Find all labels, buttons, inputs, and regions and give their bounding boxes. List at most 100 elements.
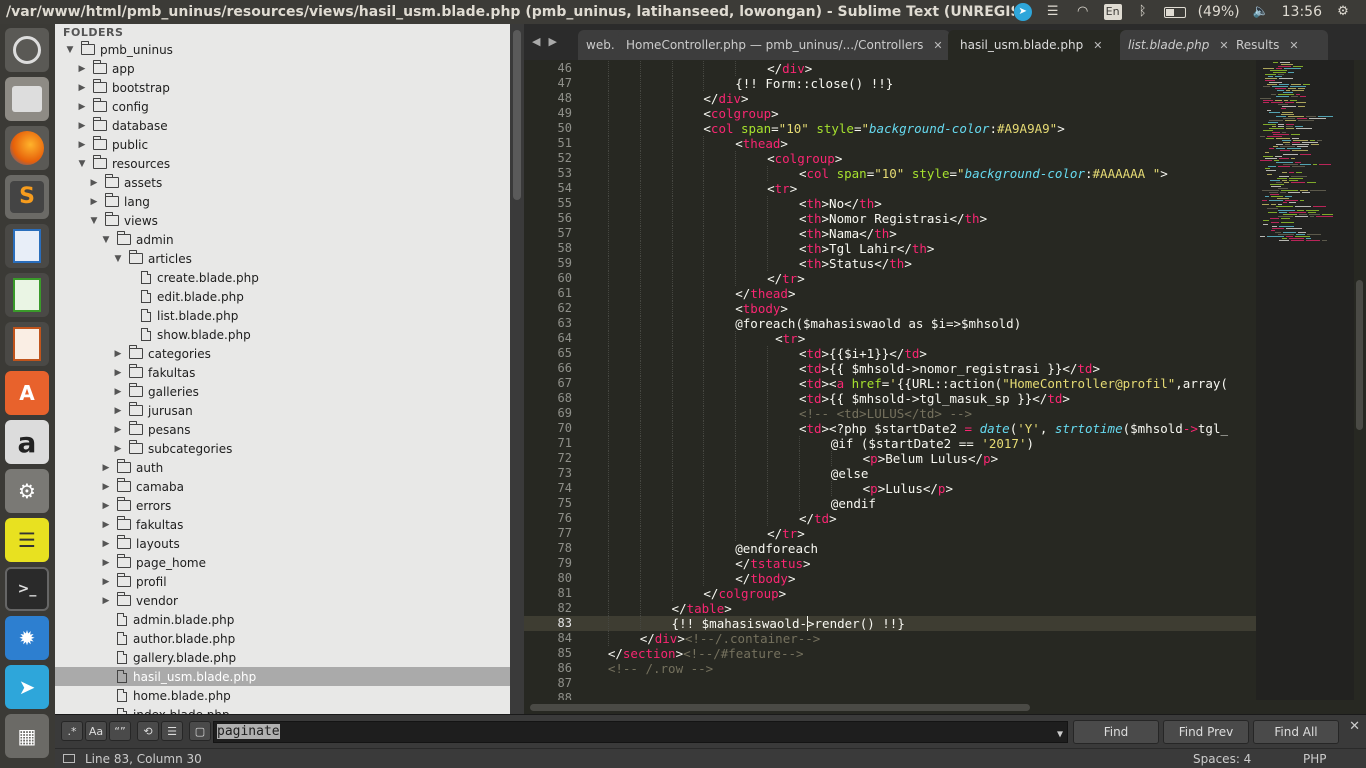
- folder-item[interactable]: ▶ app: [55, 59, 510, 78]
- disclosure-closed-icon[interactable]: ▶: [89, 197, 99, 207]
- disclosure-closed-icon[interactable]: ▶: [101, 539, 111, 549]
- code-line[interactable]: <th>Nama</th>: [799, 226, 897, 241]
- folder-item[interactable]: ▶ categories: [55, 344, 510, 363]
- folder-item[interactable]: ▶ bootstrap: [55, 78, 510, 97]
- disclosure-closed-icon[interactable]: ▶: [113, 387, 123, 397]
- code-line[interactable]: {!! $mahasiswaold->render() !!}: [672, 616, 905, 631]
- file-item[interactable]: author.blade.php: [55, 629, 510, 648]
- wrap-icon[interactable]: ⟲: [137, 721, 159, 741]
- code-line[interactable]: @endforeach: [735, 541, 818, 556]
- wifi-icon[interactable]: ◠: [1074, 4, 1092, 20]
- disclosure-closed-icon[interactable]: ▶: [77, 83, 87, 93]
- disclosure-open-icon[interactable]: ▼: [101, 235, 111, 245]
- code-line[interactable]: </div><!--/.container-->: [640, 631, 821, 646]
- gear-icon[interactable]: ⚙: [1334, 4, 1352, 20]
- battery-icon[interactable]: [1163, 6, 1186, 18]
- folder-item[interactable]: ▼ resources: [55, 154, 510, 173]
- whole-word-toggle[interactable]: “”: [109, 721, 131, 741]
- disclosure-closed-icon[interactable]: ▶: [101, 520, 111, 530]
- sidebar-scroll-thumb[interactable]: [513, 30, 521, 200]
- workspace-switcher-icon[interactable]: ▦: [5, 714, 49, 758]
- code-line[interactable]: <td>{{ $mhsold->nomor_registrasi }}</td>: [799, 361, 1100, 376]
- folder-item[interactable]: ▶ fakultas: [55, 515, 510, 534]
- editor-hscroll-thumb[interactable]: [530, 704, 1030, 711]
- disclosure-closed-icon[interactable]: ▶: [89, 178, 99, 188]
- find-all-button[interactable]: Find All: [1253, 720, 1339, 744]
- code-line[interactable]: @if ($startDate2 == '2017'): [831, 436, 1034, 451]
- find-button[interactable]: Find: [1073, 720, 1159, 744]
- file-item[interactable]: gallery.blade.php: [55, 648, 510, 667]
- keyboard-layout-indicator[interactable]: En: [1103, 4, 1122, 20]
- file-item[interactable]: show.blade.php: [55, 325, 510, 344]
- code-line[interactable]: </thead>: [735, 286, 795, 301]
- disclosure-closed-icon[interactable]: ▶: [113, 425, 123, 435]
- writer-icon[interactable]: [5, 224, 49, 268]
- terminal-icon[interactable]: >_: [5, 567, 49, 611]
- calc-icon[interactable]: [5, 273, 49, 317]
- code-line[interactable]: </td>: [799, 511, 837, 526]
- tab-close-icon[interactable]: ✕: [933, 39, 942, 52]
- code-line[interactable]: @else: [831, 466, 869, 481]
- code-line[interactable]: <td>{{ $mhsold->tgl_masuk_sp }}</td>: [799, 391, 1070, 406]
- code-line[interactable]: <col span="10" style="background-color:#…: [703, 121, 1064, 136]
- tab-close-icon[interactable]: ✕: [1289, 39, 1298, 52]
- disclosure-closed-icon[interactable]: ▶: [113, 368, 123, 378]
- folder-item[interactable]: ▶ auth: [55, 458, 510, 477]
- minimap[interactable]: [1256, 60, 1354, 700]
- folder-item[interactable]: ▼ views: [55, 211, 510, 230]
- tab-hasil-usm[interactable]: hasil_usm.blade.php ✕: [948, 30, 1138, 60]
- sidebar-scrollbar[interactable]: [510, 24, 524, 714]
- code-line[interactable]: <thead>: [735, 136, 788, 151]
- folder-item[interactable]: ▶ database: [55, 116, 510, 135]
- system-settings-icon[interactable]: ⚙: [5, 469, 49, 513]
- disclosure-open-icon[interactable]: ▼: [77, 159, 87, 169]
- disclosure-closed-icon[interactable]: ▶: [101, 558, 111, 568]
- disclosure-closed-icon[interactable]: ▶: [77, 64, 87, 74]
- folder-item[interactable]: ▼ pmb_uninus: [55, 40, 510, 59]
- in-selection-icon[interactable]: ☰: [161, 721, 183, 741]
- code-line[interactable]: <!-- <td>LULUS</td> -->: [799, 406, 972, 421]
- editor-horizontal-scrollbar[interactable]: [524, 700, 1366, 714]
- folder-item[interactable]: ▶ vendor: [55, 591, 510, 610]
- disclosure-closed-icon[interactable]: ▶: [77, 102, 87, 112]
- code-line[interactable]: </div>: [767, 61, 812, 76]
- code-line[interactable]: <p>Lulus</p>: [863, 481, 953, 496]
- indentation-setting[interactable]: Spaces: 4: [1193, 752, 1251, 766]
- disclosure-closed-icon[interactable]: ▶: [101, 463, 111, 473]
- telegram-icon[interactable]: ➤: [5, 665, 49, 709]
- file-item[interactable]: edit.blade.php: [55, 287, 510, 306]
- code-line[interactable]: </div>: [703, 91, 748, 106]
- clock[interactable]: 13:56: [1282, 4, 1322, 20]
- find-input[interactable]: paginate ▼: [213, 721, 1068, 743]
- disclosure-closed-icon[interactable]: ▶: [113, 406, 123, 416]
- code-line[interactable]: </tstatus>: [735, 556, 810, 571]
- disclosure-closed-icon[interactable]: ▶: [101, 501, 111, 511]
- firefox-icon[interactable]: [5, 126, 49, 170]
- code-line[interactable]: <th>Tgl Lahir</th>: [799, 241, 935, 256]
- panel-toggle-icon[interactable]: [63, 754, 75, 763]
- folder-item[interactable]: ▶ camaba: [55, 477, 510, 496]
- folder-item[interactable]: ▶ lang: [55, 192, 510, 211]
- code-line[interactable]: <!-- /.row -->: [608, 661, 713, 676]
- code-line[interactable]: </tbody>: [735, 571, 795, 586]
- code-line[interactable]: </tr>: [767, 526, 805, 541]
- syntax-setting[interactable]: PHP: [1303, 752, 1327, 766]
- code-line[interactable]: @endif: [831, 496, 876, 511]
- disclosure-open-icon[interactable]: ▼: [113, 254, 123, 264]
- tab-nav-arrows[interactable]: ◀▶: [532, 35, 565, 48]
- code-line[interactable]: </table>: [672, 601, 732, 616]
- code-line[interactable]: @foreach($mahasiswaold as $i=>$mhsold): [735, 316, 1021, 331]
- dash-icon[interactable]: [5, 28, 49, 72]
- disclosure-open-icon[interactable]: ▼: [65, 45, 75, 55]
- folder-item[interactable]: ▶ subcategories: [55, 439, 510, 458]
- code-line[interactable]: <col span="10" style="background-color:#…: [799, 166, 1168, 181]
- code-line[interactable]: <tr>: [767, 181, 797, 196]
- telegram-tray-icon[interactable]: ➤: [1013, 3, 1032, 21]
- folder-item[interactable]: ▶ jurusan: [55, 401, 510, 420]
- disclosure-closed-icon[interactable]: ▶: [101, 482, 111, 492]
- file-item[interactable]: index.blade.php: [55, 705, 510, 714]
- software-center-icon[interactable]: A: [5, 371, 49, 415]
- sublime-text-icon[interactable]: S: [5, 175, 49, 219]
- file-item[interactable]: list.blade.php: [55, 306, 510, 325]
- disclosure-closed-icon[interactable]: ▶: [113, 444, 123, 454]
